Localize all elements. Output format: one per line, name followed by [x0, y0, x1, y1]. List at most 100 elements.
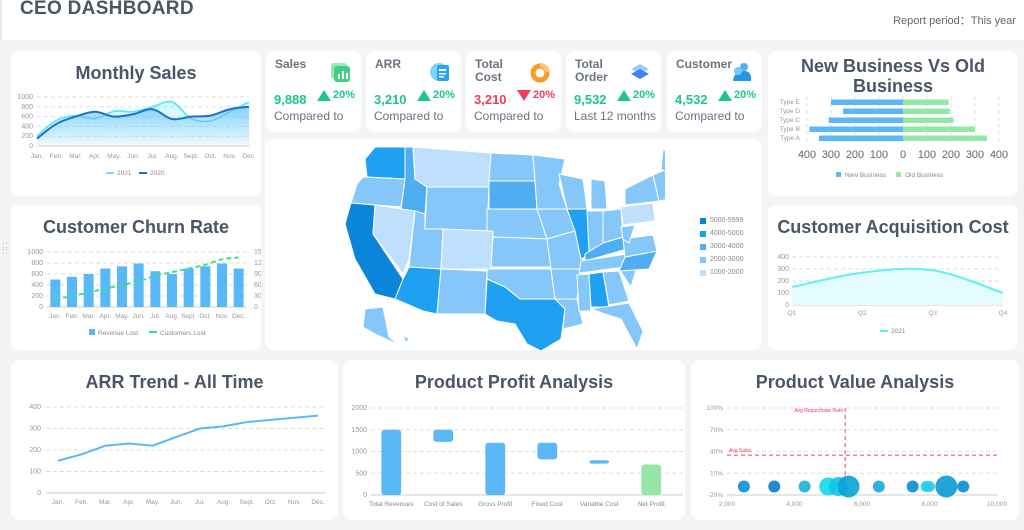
bar-gross-profit — [485, 442, 506, 495]
y-tick-label: 0 — [29, 143, 33, 150]
y-tick-label: 70% — [710, 427, 723, 434]
x-tick-label: 2,000 — [719, 501, 736, 508]
legend-swatch — [700, 256, 706, 263]
y-tick-label: 400 — [21, 123, 33, 130]
x-tick-label: 10,000 — [987, 501, 1007, 508]
kpi-value: 4,532 — [675, 92, 708, 107]
y-tick-label: 10% — [710, 470, 723, 477]
kpi-value: 9,888 — [274, 92, 307, 107]
y-tick-label: 500 — [355, 470, 367, 477]
arrow-up-icon — [417, 89, 431, 101]
y-tick-label: 1000 — [27, 249, 43, 256]
x-tick-label: 200 — [846, 149, 864, 161]
y-tick-label: 1000 — [17, 94, 33, 101]
bar-revenue-lost — [50, 279, 61, 307]
arr-trend-card: ARR Trend - All Time 0 100 200 300 400 Jan. Fe… — [11, 360, 338, 520]
y-tick-label: 100% — [706, 405, 723, 412]
x-tick-label: Jan. — [52, 499, 64, 506]
legend-label: 2000-3000 — [710, 256, 744, 263]
y-tick-label: 200 — [29, 447, 41, 454]
x-tick-label: 400 — [990, 149, 1008, 161]
map-legend-item[interactable]: 2000-3000 — [700, 253, 743, 266]
x-tick-label: Dec. — [232, 313, 246, 320]
state-pa — [620, 202, 656, 226]
user-icon — [730, 61, 752, 83]
state-me — [660, 148, 665, 173]
scatter-point — [837, 475, 860, 498]
scatter-point — [957, 480, 970, 493]
arrow-up-icon — [718, 89, 732, 101]
kpi-change: 20% — [718, 89, 756, 101]
donut-icon — [529, 61, 551, 83]
kpi-card-customer[interactable]: Customer 4,532 20% Compared to — [667, 51, 762, 132]
state-mi — [590, 178, 608, 210]
cac-card: Customer Acquisition Cost 0 100 200 300 400 Q… — [768, 205, 1018, 350]
legend-label: 2021 — [891, 328, 906, 335]
y-tick-label: Type E — [780, 99, 801, 106]
layers-icon — [629, 61, 651, 83]
document-icon — [429, 61, 451, 83]
kpi-label: ARR — [375, 57, 401, 71]
scatter-point — [906, 480, 919, 493]
x-tick-label: Dec. — [242, 153, 256, 160]
kpi-card-total-order[interactable]: Total Order 9,532 20% Last 12 months — [566, 51, 661, 132]
y2-tick-label: 0 — [254, 304, 258, 311]
map-legend-item[interactable]: 3000-4000 — [700, 240, 743, 253]
x-tick-label: Sept. — [181, 313, 196, 320]
kpi-card-arr[interactable]: ARR 3,210 20% Compared to — [366, 51, 461, 132]
state-nd — [488, 152, 536, 182]
x-tick-label: Cost of Sales — [424, 501, 463, 508]
x-tick-label: Jan. — [49, 313, 61, 320]
kpi-label: Total Order — [575, 57, 608, 84]
x-tick-label: 6,000 — [854, 501, 871, 508]
us-map[interactable] — [265, 139, 665, 350]
state-fl — [590, 302, 644, 350]
us-map-card: 5000-5999 4000-5000 3000-4000 2000-3000 1000… — [265, 139, 762, 350]
y-tick-label: 100 — [29, 469, 41, 476]
map-legend-item[interactable]: 1000-2000 — [700, 266, 743, 279]
x-tick-label: 400 — [798, 149, 816, 161]
kpi-label: Sales — [275, 57, 307, 71]
state-nm — [436, 268, 488, 315]
report-period-label: Report period： — [893, 15, 971, 27]
x-tick-label: Aug. — [165, 313, 179, 320]
state-co — [440, 228, 494, 270]
state-sd — [488, 180, 538, 210]
x-tick-label: 300 — [822, 149, 840, 161]
drag-handle-icon[interactable]: ⁚⁚ ⁚⁚ — [2, 243, 10, 258]
report-period[interactable]: Report period：This year — [893, 12, 1016, 28]
y-tick-label: 2000 — [351, 405, 367, 412]
state-az — [394, 266, 442, 315]
kpi-label: Total Cost — [475, 57, 503, 84]
legend-label: 2021 — [117, 170, 132, 177]
x-tick-label: 100 — [918, 149, 936, 161]
kpi-value: 3,210 — [474, 92, 507, 107]
bar-new-business — [831, 99, 903, 105]
kpi-card-total-cost[interactable]: Total Cost 3,210 20% Compared to — [466, 51, 561, 132]
x-tick-label: 8,000 — [921, 501, 938, 508]
legend-label: 4000-5000 — [710, 230, 744, 237]
legend-label: 3000-4000 — [710, 243, 744, 250]
state-wy — [424, 186, 490, 232]
x-tick-label: Apr. — [100, 313, 112, 320]
arrow-up-icon — [617, 89, 631, 101]
map-legend-item[interactable]: 4000-5000 — [700, 227, 743, 240]
y-tick-label: 1500 — [351, 427, 367, 434]
x-tick-label: Q4 — [999, 310, 1008, 317]
y-tick-label: 0 — [363, 492, 367, 499]
kpi-change-value: 20% — [533, 89, 556, 101]
legend-swatch — [836, 172, 841, 177]
legend-label: Old Business — [905, 172, 944, 179]
legend-swatch — [700, 243, 706, 250]
bar-revenue-lost — [233, 268, 244, 307]
bar-old-business — [903, 117, 954, 123]
value-chart: -20% 10% 40% 70% 100% 2,000 4,000 6,000 8,000 10,… — [706, 405, 1007, 508]
x-tick-label: May. — [115, 313, 129, 320]
y-tick-label: 0 — [37, 490, 41, 497]
x-tick-label: Sept. — [239, 499, 254, 506]
legend-label: New Business — [845, 172, 887, 179]
map-legend: 5000-5999 4000-5000 3000-4000 2000-3000 1000… — [700, 214, 743, 279]
map-legend-item[interactable]: 5000-5999 — [700, 214, 743, 227]
scatter-point — [768, 480, 781, 493]
kpi-card-sales[interactable]: Sales 9,888 20% Compared to — [266, 51, 361, 132]
